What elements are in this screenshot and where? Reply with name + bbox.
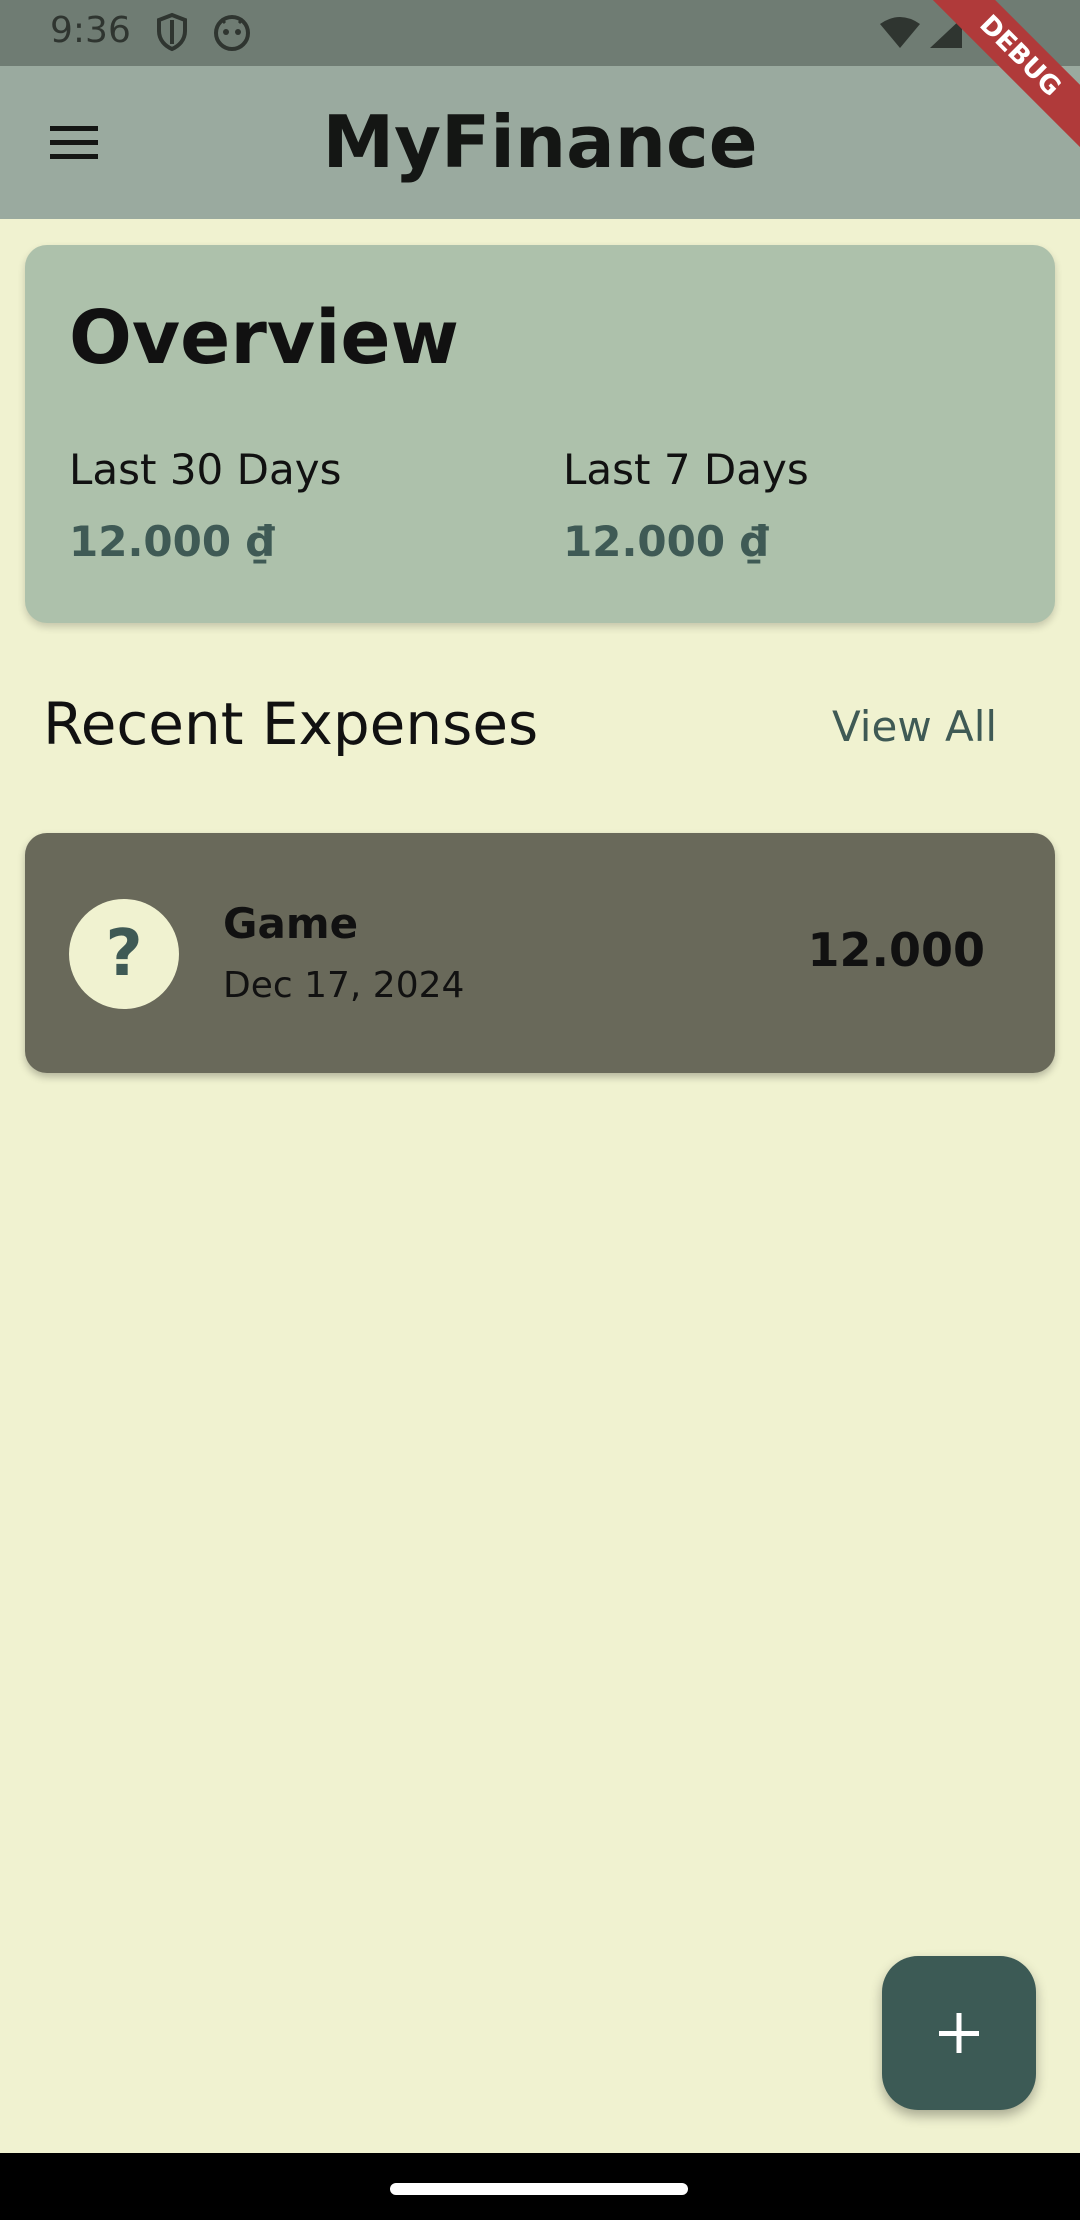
add-expense-button[interactable] [882, 1956, 1036, 2110]
last-7-days-label: Last 7 Days [563, 445, 809, 494]
wifi-icon [878, 16, 922, 54]
question-mark-icon: ? [69, 899, 179, 1009]
app-title: MyFinance [322, 100, 758, 184]
expense-amount: 12.000 [807, 923, 985, 977]
overview-title: Overview [69, 295, 459, 381]
plus-icon [939, 2013, 979, 2053]
last-7-days-value: 12.000 ₫ [563, 517, 769, 566]
status-bar: 9:36 [0, 0, 1080, 66]
home-indicator[interactable] [390, 2183, 688, 2195]
android-face-icon [213, 12, 251, 56]
expense-date: Dec 17, 2024 [223, 965, 465, 1006]
app-bar: MyFinance [0, 66, 1080, 219]
view-all-button[interactable]: View All [832, 702, 997, 751]
overview-card: Overview Last 30 Days 12.000 ₫ Last 7 Da… [25, 245, 1055, 623]
expense-name: Game [223, 899, 359, 948]
last-30-days-label: Last 30 Days [69, 445, 342, 494]
recent-expenses-title: Recent Expenses [43, 690, 539, 758]
last-30-days-value: 12.000 ₫ [69, 517, 275, 566]
shield-icon [155, 12, 189, 56]
expense-list-item[interactable]: ? Game Dec 17, 2024 12.000 [25, 833, 1055, 1073]
status-time: 9:36 [50, 10, 131, 51]
